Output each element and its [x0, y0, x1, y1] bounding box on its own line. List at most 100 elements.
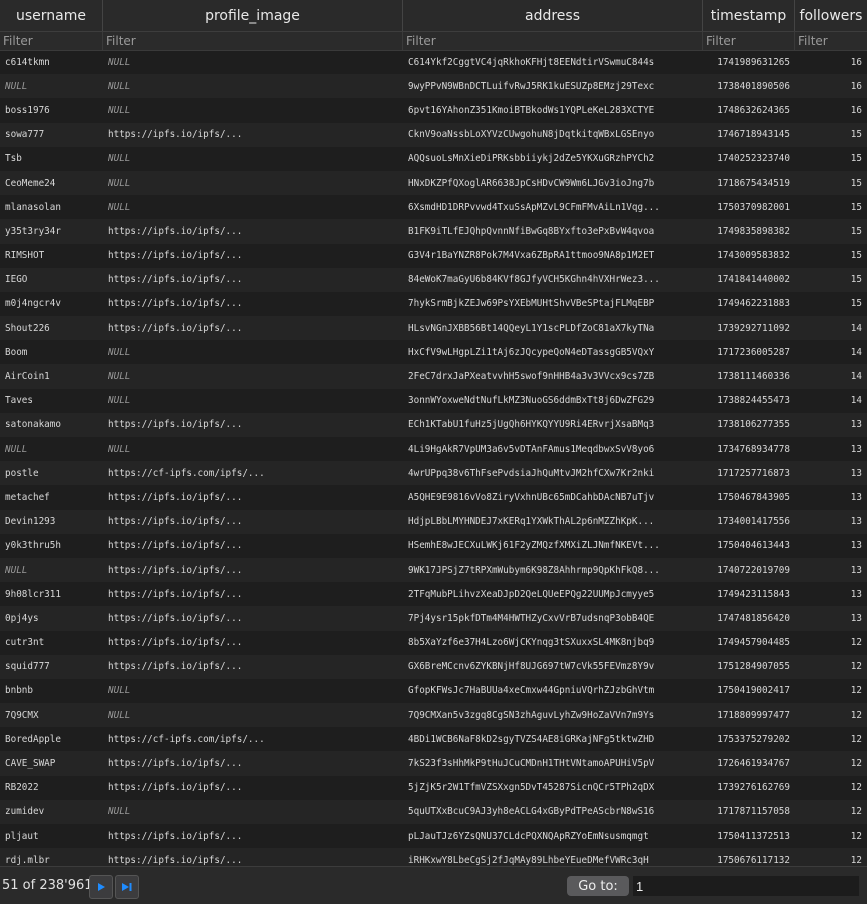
table-row[interactable]: cutr3nt https://ipfs.io/ipfs/... 8b5XaYzf6… [0, 631, 867, 655]
cell-address[interactable]: ECh1KTabU1fuHz5jUgQh6HYKQYYU9Ri4ERvrjXsa… [403, 419, 703, 430]
cell-address[interactable]: HSemhE8wJECXuLWKj61F2yZMQzfXMXiZLJNmfNKE… [403, 540, 703, 551]
cell-timestamp[interactable]: 1750676117132 [703, 855, 795, 866]
table-row[interactable]: zumidev NULL 5quUTXxBcuC9AJ3yh8eACLG4xGByP… [0, 799, 867, 824]
table-row[interactable]: RIMSHOT https://ipfs.io/ipfs/... G3V4r1BaY… [0, 244, 867, 268]
cell-username[interactable]: AirCoin1 [0, 371, 103, 382]
cell-profile-image[interactable]: NULL [103, 685, 403, 696]
column-header-timestamp[interactable]: timestamp [703, 0, 795, 31]
cell-address[interactable]: 7Q9CMXan5v3zgq8CgSN3zhAguvLyhZw9HoZaVVn7… [403, 710, 703, 721]
cell-timestamp[interactable]: 1738824455473 [703, 395, 795, 406]
column-header-address[interactable]: address [403, 0, 703, 31]
cell-address[interactable]: 2FeC7drxJaPXeatvvhH5swof9nHHB4a3v3VVcx9c… [403, 371, 703, 382]
cell-followers[interactable]: 13 [795, 589, 867, 600]
cell-followers[interactable]: 13 [795, 444, 867, 455]
cell-followers[interactable]: 14 [795, 347, 867, 358]
table-row[interactable]: Devin1293 https://ipfs.io/ipfs/... HdjpLBb… [0, 509, 867, 534]
cell-username[interactable]: 0pj4ys [0, 613, 103, 624]
table-row[interactable]: pljaut https://ipfs.io/ipfs/... pLJauTJz6Y… [0, 824, 867, 848]
table-row[interactable]: y0k3thru5h https://ipfs.io/ipfs/... HSemhE… [0, 534, 867, 558]
cell-timestamp[interactable]: 1738401890506 [703, 81, 795, 92]
cell-timestamp[interactable]: 1749423115843 [703, 589, 795, 600]
cell-profile-image[interactable]: https://ipfs.io/ipfs/... [103, 129, 403, 140]
filter-input-profile-image[interactable] [103, 32, 403, 50]
table-row[interactable]: Tsb NULL AQQsuoLsMnXieDiPRKsbbiiykj2dZe5YK… [0, 147, 867, 171]
cell-followers[interactable]: 16 [795, 57, 867, 68]
cell-profile-image[interactable]: NULL [103, 371, 403, 382]
cell-profile-image[interactable]: NULL [103, 81, 403, 92]
cell-followers[interactable]: 14 [795, 371, 867, 382]
cell-timestamp[interactable]: 1747481856420 [703, 613, 795, 624]
cell-timestamp[interactable]: 1718809997477 [703, 710, 795, 721]
cell-followers[interactable]: 12 [795, 734, 867, 745]
table-row[interactable]: 9h08lcr311 https://ipfs.io/ipfs/... 2TFqMu… [0, 582, 867, 606]
cell-address[interactable]: CknV9oaNssbLoXYVzCUwgohuN8jDqtkitqWBxLGS… [403, 129, 703, 140]
cell-address[interactable]: HNxDKZPfQXoglAR6638JpCsHDvCW9Wm6LJGv3ioJ… [403, 178, 703, 189]
cell-followers[interactable]: 14 [795, 323, 867, 334]
cell-followers[interactable]: 12 [795, 758, 867, 769]
cell-timestamp[interactable]: 1717257716873 [703, 468, 795, 479]
cell-address[interactable]: C614Ykf2CggtVC4jqRkhoKFHjt8EENdtirVSwmuC… [403, 57, 703, 68]
cell-profile-image[interactable]: NULL [103, 806, 403, 817]
cell-username[interactable]: zumidev [0, 806, 103, 817]
column-header-profile-image[interactable]: profile_image [103, 0, 403, 31]
cell-username[interactable]: m0j4ngcr4v [0, 298, 103, 309]
cell-followers[interactable]: 12 [795, 855, 867, 866]
cell-profile-image[interactable]: https://cf-ipfs.com/ipfs/... [103, 734, 403, 745]
table-row[interactable]: NULL NULL 9wyPPvN9WBnDCTLuifvRwJ5RK1kuESUZ… [0, 74, 867, 99]
last-page-button[interactable] [115, 875, 139, 899]
cell-username[interactable]: 9h08lcr311 [0, 589, 103, 600]
cell-followers[interactable]: 13 [795, 419, 867, 430]
cell-profile-image[interactable]: https://ipfs.io/ipfs/... [103, 782, 403, 793]
cell-timestamp[interactable]: 1750411372513 [703, 831, 795, 842]
cell-address[interactable]: pLJauTJz6YZsQNU37CLdcPQXNQApRZYoEmNsusmq… [403, 831, 703, 842]
cell-address[interactable]: 5jZjK5r2W1TfmVZSXxgn5DvT45287SicnQCr5TPh… [403, 782, 703, 793]
cell-address[interactable]: B1FK9iTLfEJQhpQvnnNfiBwGq8BYxfto3ePxBvW4… [403, 226, 703, 237]
cell-timestamp[interactable]: 1739292711092 [703, 323, 795, 334]
cell-profile-image[interactable]: https://ipfs.io/ipfs/... [103, 589, 403, 600]
table-row[interactable]: CeoMeme24 NULL HNxDKZPfQXoglAR6638JpCsHDvC… [0, 170, 867, 196]
cell-address[interactable]: 7Pj4ysr15pkfDTm4M4HWTHZyCxvVrB7udsnqP3ob… [403, 613, 703, 624]
cell-followers[interactable]: 13 [795, 613, 867, 624]
cell-timestamp[interactable]: 1740252323740 [703, 153, 795, 164]
cell-profile-image[interactable]: NULL [103, 57, 403, 68]
cell-profile-image[interactable]: NULL [103, 710, 403, 721]
cell-username[interactable]: rdj.mlbr [0, 855, 103, 866]
cell-followers[interactable]: 13 [795, 516, 867, 527]
cell-username[interactable]: Tsb [0, 153, 103, 164]
cell-followers[interactable]: 13 [795, 540, 867, 551]
filter-input-username[interactable] [0, 32, 103, 50]
cell-timestamp[interactable]: 1749835898382 [703, 226, 795, 237]
table-row[interactable]: metachef https://ipfs.io/ipfs/... A5QHE9E9… [0, 485, 867, 509]
cell-timestamp[interactable]: 1749457904485 [703, 637, 795, 648]
cell-username[interactable]: RB2022 [0, 782, 103, 793]
cell-username[interactable]: NULL [0, 565, 103, 576]
cell-address[interactable]: 4Li9HgAkR7VpUM3a6v5vDTAnFAmus1MeqdbwxSvV… [403, 444, 703, 455]
table-row[interactable]: NULL NULL 4Li9HgAkR7VpUM3a6v5vDTAnFAmus1Me… [0, 437, 867, 461]
cell-followers[interactable]: 12 [795, 782, 867, 793]
table-row[interactable]: bnbnb NULL GfopKFWsJc7HaBUUa4xeCmxw44Gpniu… [0, 679, 867, 703]
cell-profile-image[interactable]: https://ipfs.io/ipfs/... [103, 661, 403, 672]
cell-username[interactable]: NULL [0, 444, 103, 455]
cell-followers[interactable]: 15 [795, 129, 867, 140]
cell-address[interactable]: HdjpLBbLMYHNDEJ7xKERq1YXWkThAL2p6nMZZhKp… [403, 516, 703, 527]
table-row[interactable]: m0j4ngcr4v https://ipfs.io/ipfs/... 7hykSr… [0, 292, 867, 316]
cell-timestamp[interactable]: 1717871157058 [703, 806, 795, 817]
cell-username[interactable]: Boom [0, 347, 103, 358]
cell-username[interactable]: pljaut [0, 831, 103, 842]
cell-followers[interactable]: 15 [795, 202, 867, 213]
cell-profile-image[interactable]: https://ipfs.io/ipfs/... [103, 298, 403, 309]
cell-username[interactable]: mlanasolan [0, 202, 103, 213]
cell-username[interactable]: c614tkmn [0, 57, 103, 68]
cell-followers[interactable]: 12 [795, 685, 867, 696]
cell-username[interactable]: cutr3nt [0, 637, 103, 648]
table-row[interactable]: postle https://cf-ipfs.com/ipfs/... 4wrUPp… [0, 461, 867, 486]
cell-timestamp[interactable]: 1748632624365 [703, 105, 795, 116]
cell-username[interactable]: 7Q9CMX [0, 710, 103, 721]
cell-profile-image[interactable]: https://ipfs.io/ipfs/... [103, 758, 403, 769]
cell-address[interactable]: 9WK17JPSjZ7tRPXmWubym6K98Z8Ahhrmp9QpKhFk… [403, 565, 703, 576]
table-row[interactable]: NULL https://ipfs.io/ipfs/... 9WK17JPSjZ7t… [0, 557, 867, 583]
cell-address[interactable]: A5QHE9E9816vVo8ZiryVxhnUBc65mDCahbDAcNB7… [403, 492, 703, 503]
cell-profile-image[interactable]: https://ipfs.io/ipfs/... [103, 492, 403, 503]
column-header-followers[interactable]: followers [795, 0, 867, 31]
column-header-username[interactable]: username [0, 0, 103, 31]
